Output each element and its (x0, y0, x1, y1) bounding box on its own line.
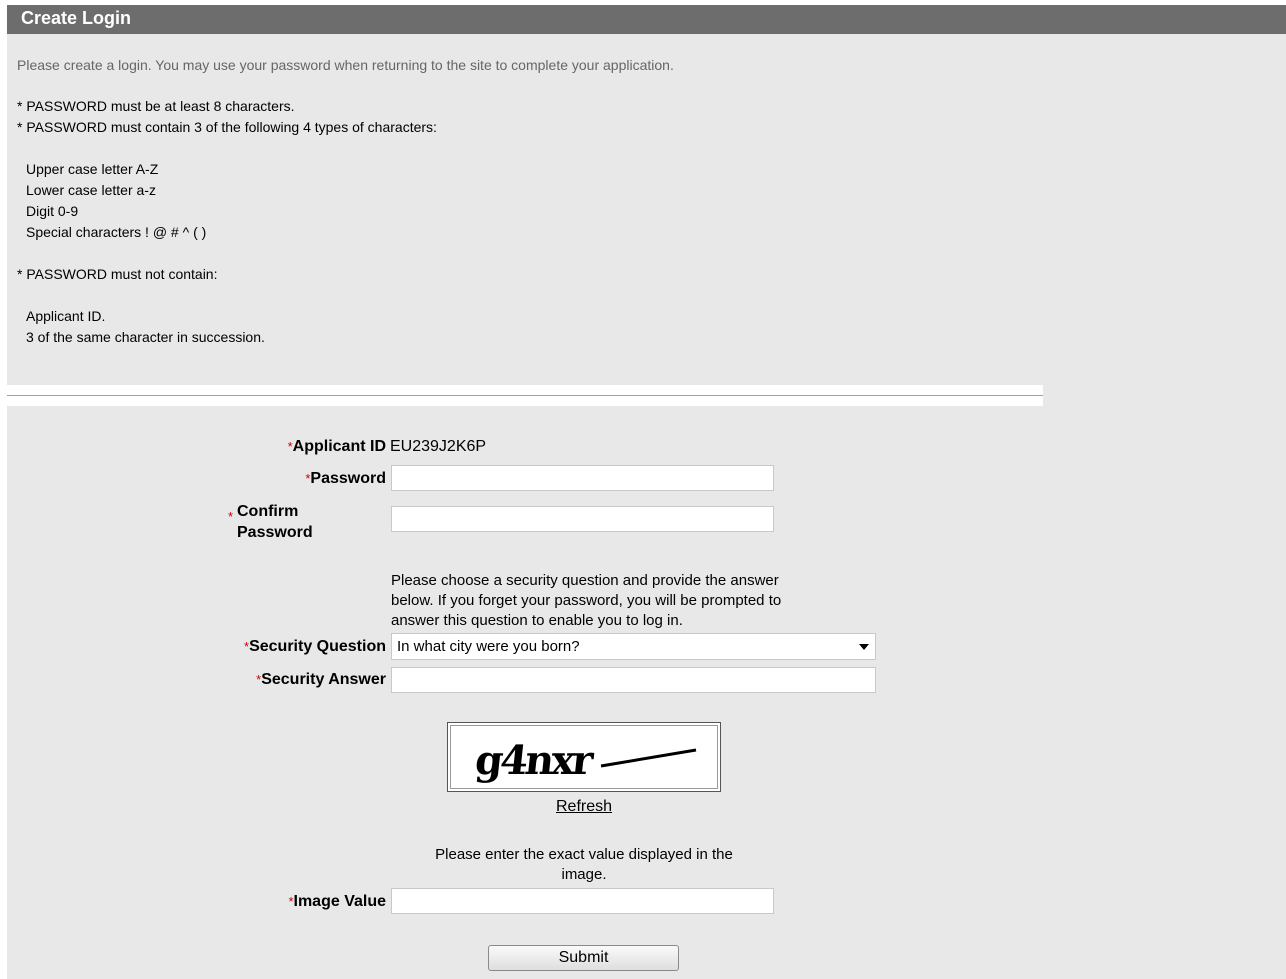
security-question-note: Please choose a security question and pr… (391, 572, 782, 629)
chevron-down-icon (859, 644, 869, 650)
security-answer-field[interactable] (391, 667, 876, 693)
rule-type-item: Upper case letter A-Z (26, 161, 159, 177)
intro-text: Please create a login. You may use your … (17, 57, 674, 73)
password-label: *Password (305, 470, 386, 487)
rule-not-item: Applicant ID. (26, 308, 106, 324)
security-question-select[interactable]: In what city were you born? (391, 633, 876, 660)
security-question-value: In what city were you born? (397, 638, 580, 655)
confirm-password-field[interactable] (391, 506, 774, 532)
divider-line (7, 395, 1043, 396)
captcha-image: g4nxr (447, 722, 721, 792)
image-value-note: Please enter the exact value displayed i… (435, 846, 733, 883)
captcha-strike-line (600, 748, 697, 768)
rule-must-not: * PASSWORD must not contain: (17, 266, 218, 282)
rule-not-item: 3 of the same character in succession. (26, 329, 265, 345)
required-marker: * (228, 509, 234, 524)
page-title: Create Login (7, 5, 1286, 34)
password-field[interactable] (391, 465, 774, 491)
security-answer-label: *Security Answer (256, 671, 386, 688)
applicant-id-label: *Applicant ID (287, 438, 386, 455)
captcha-glyphs: g4nxr (473, 737, 597, 784)
section-divider (7, 385, 1043, 406)
security-question-label: *Security Question (244, 638, 386, 655)
rule-contain-types: * PASSWORD must contain 3 of the followi… (17, 119, 437, 135)
image-value-field[interactable] (391, 888, 774, 914)
captcha-graphic: g4nxr (473, 737, 697, 784)
image-value-label: *Image Value (288, 893, 386, 910)
rule-type-item: Digit 0-9 (26, 203, 79, 219)
rule-type-item: Lower case letter a-z (26, 182, 156, 198)
rule-min-length: * PASSWORD must be at least 8 characters… (17, 98, 295, 114)
refresh-captcha-link[interactable]: Refresh (556, 798, 612, 816)
password-rules: * PASSWORD must be at least 8 characters… (17, 96, 437, 348)
submit-button[interactable]: Submit (488, 945, 679, 971)
applicant-id-value: EU239J2K6P (390, 438, 487, 455)
rule-type-item: Special characters ! @ # ^ ( ) (26, 224, 207, 240)
